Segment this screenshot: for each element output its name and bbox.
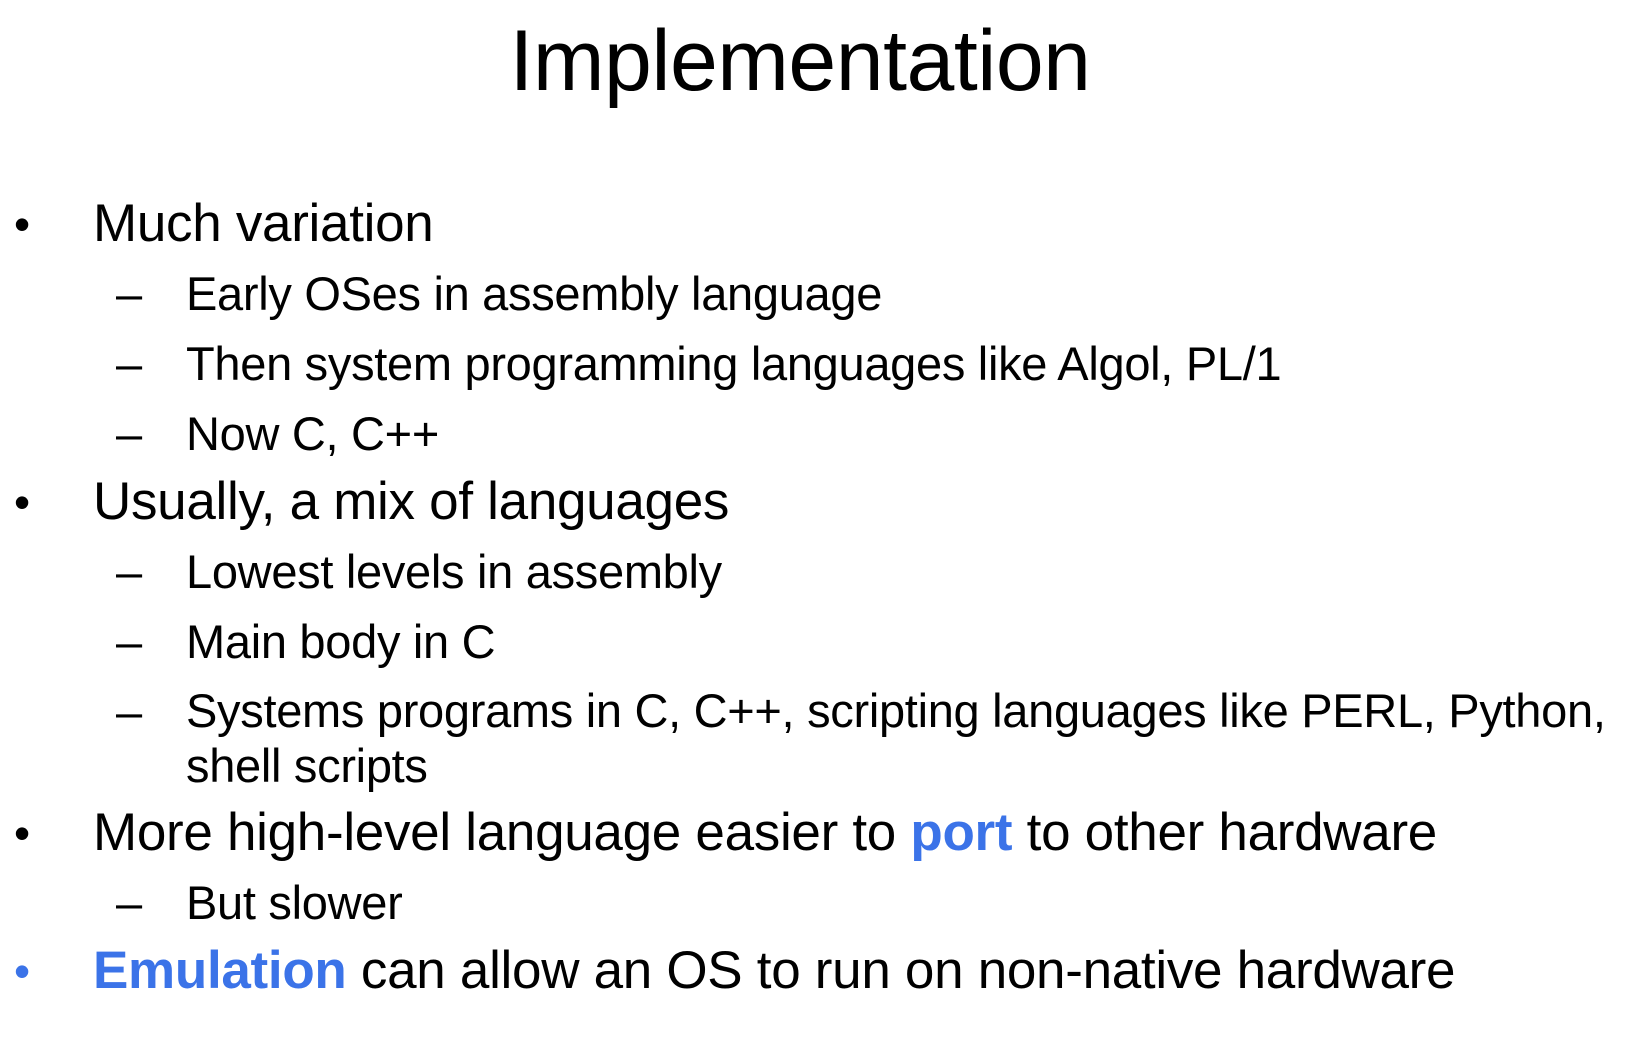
highlight-term-port: port: [910, 803, 1013, 862]
bullet-text: Much variation: [93, 194, 434, 253]
sub-bullet-item: – Now C, C++: [0, 398, 1649, 468]
sub-bullet-marker: –: [116, 615, 142, 668]
bullet-text-after: to other hardware: [1012, 803, 1438, 862]
bullet-marker: •: [14, 945, 30, 997]
bullet-text-after: can allow an OS to run on non-native har…: [346, 941, 1456, 1000]
bullet-item: • Much variation: [0, 190, 1649, 258]
sub-bullet-marker: –: [116, 337, 142, 390]
slide-title: Implementation: [509, 13, 1091, 109]
bullet-list: • Much variation – Early OSes in assembl…: [0, 190, 1649, 1005]
sub-bullet-marker: –: [116, 545, 142, 598]
sub-bullet-text: Now C, C++: [186, 407, 439, 460]
sub-bullet-text: Lowest levels in assembly: [186, 545, 722, 598]
sub-bullet-marker: –: [116, 876, 142, 929]
sub-bullet-text: Early OSes in assembly language: [186, 267, 883, 320]
bullet-marker: •: [14, 807, 30, 859]
sub-bullet-marker: –: [116, 267, 142, 320]
sub-bullet-marker: –: [116, 407, 142, 460]
slide: Implementation • Much variation – Early …: [0, 0, 1649, 1056]
bullet-marker: •: [14, 476, 30, 528]
sub-bullet-item: – Then system programming languages like…: [0, 328, 1649, 398]
sub-bullet-text: Systems programs in C, C++, scripting la…: [186, 684, 1606, 792]
bullet-item: • Emulation can allow an OS to run on no…: [0, 937, 1649, 1005]
sub-bullet-item: – Systems programs in C, C++, scripting …: [0, 676, 1649, 799]
sub-bullet-item: – Main body in C: [0, 606, 1649, 676]
highlight-term-emulation: Emulation: [93, 941, 347, 1000]
bullet-item: • More high-level language easier to por…: [0, 799, 1649, 867]
sub-bullet-item: – Early OSes in assembly language: [0, 258, 1649, 328]
sub-bullet-text: But slower: [186, 876, 403, 929]
bullet-item: • Usually, a mix of languages: [0, 468, 1649, 536]
bullet-marker: •: [14, 198, 30, 250]
sub-bullet-marker: –: [116, 685, 142, 738]
sub-bullet-item: – But slower: [0, 867, 1649, 937]
bullet-text: Usually, a mix of languages: [93, 472, 730, 531]
sub-bullet-text: Then system programming languages like A…: [186, 337, 1282, 390]
sub-bullet-item: – Lowest levels in assembly: [0, 536, 1649, 606]
sub-bullet-text: Main body in C: [186, 615, 496, 668]
bullet-text-before: More high-level language easier to: [93, 803, 911, 862]
